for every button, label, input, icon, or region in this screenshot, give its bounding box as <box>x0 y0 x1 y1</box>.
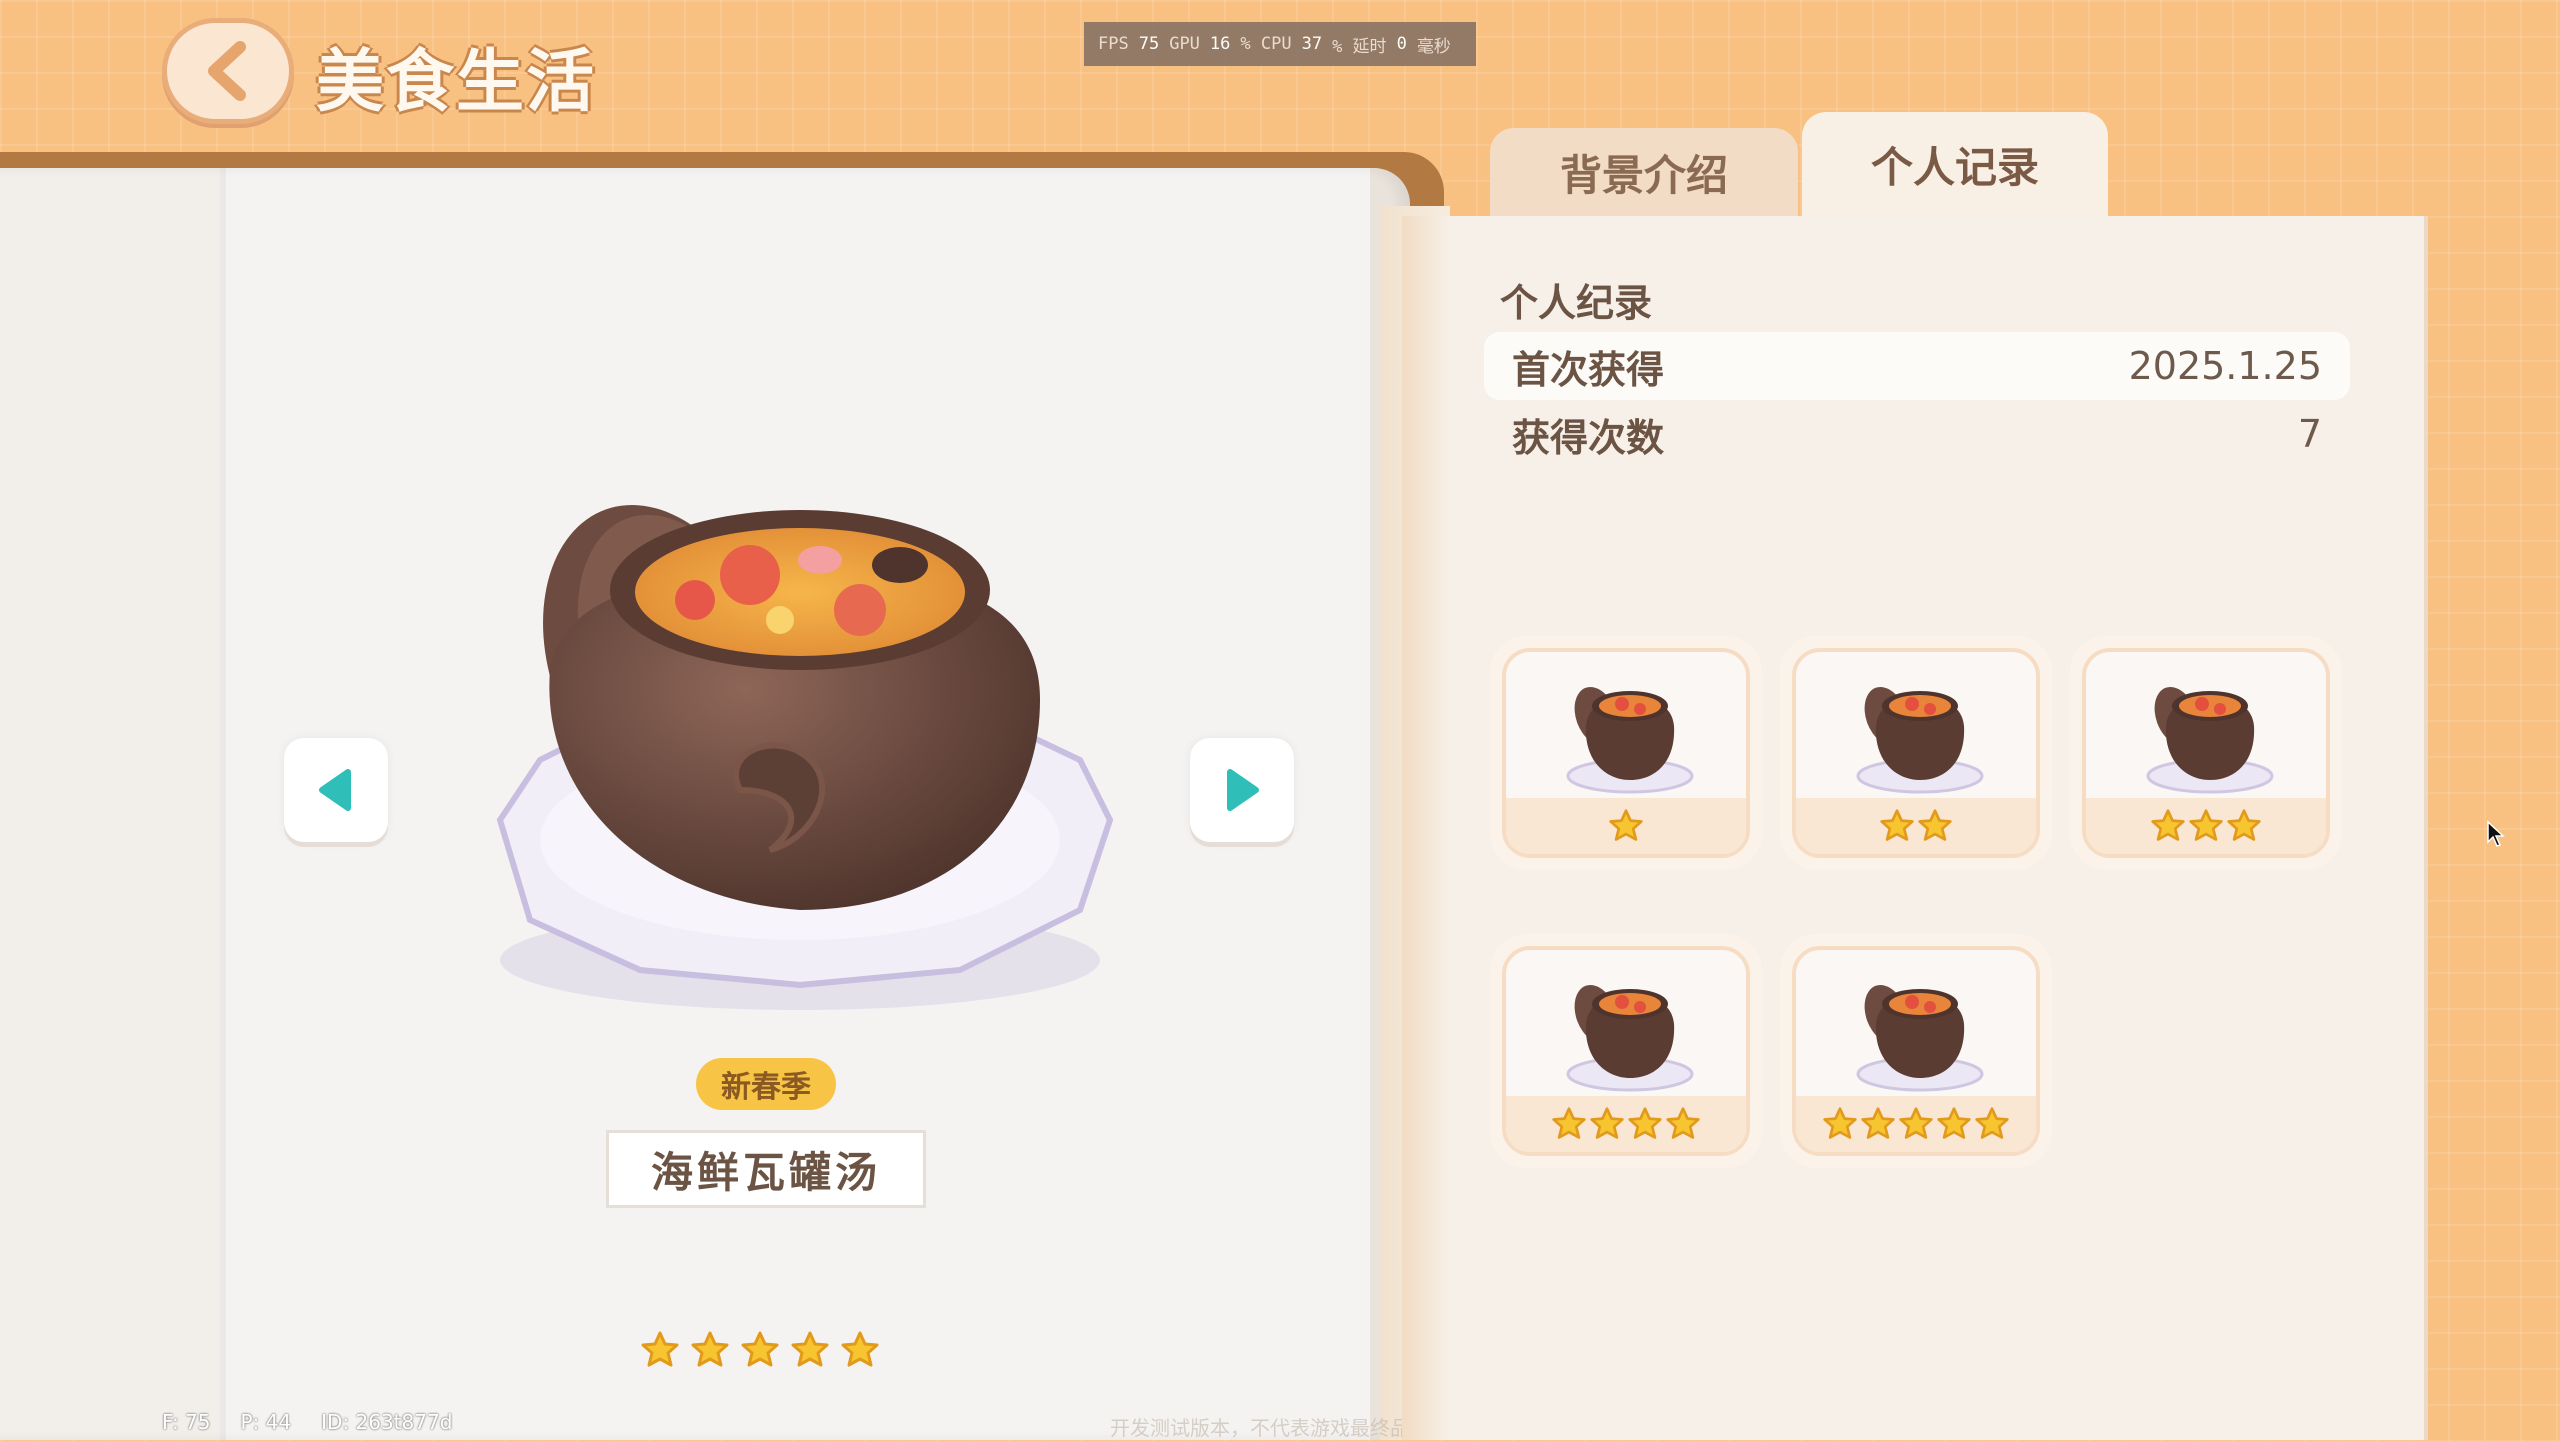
star-icon <box>741 1331 779 1367</box>
quality-stars <box>1796 1100 2036 1148</box>
chevron-left-icon <box>208 41 246 101</box>
quality-stars <box>1506 802 1746 850</box>
tab-personal-record[interactable]: 个人记录 <box>1802 112 2108 216</box>
section-title: 个人纪录 <box>1500 281 1653 325</box>
quality-stars <box>1796 802 2036 850</box>
quality-card-4[interactable] <box>1490 934 1762 1168</box>
tab-background-intro[interactable]: 背景介绍 <box>1490 128 1798 216</box>
mouse-cursor-icon <box>2487 820 2505 847</box>
quality-card-5[interactable] <box>1780 934 2052 1168</box>
star-icon <box>1552 1107 1586 1139</box>
clay-pot-thumbnail-icon <box>1856 686 1984 794</box>
clay-pot-thumbnail-icon <box>1566 686 1694 794</box>
star-icon <box>1609 809 1643 841</box>
star-icon <box>2189 809 2223 841</box>
dish-rating <box>640 1330 880 1370</box>
quality-card-2[interactable] <box>1780 636 2052 870</box>
star-icon <box>1666 1107 1700 1139</box>
star-icon <box>1590 1107 1624 1139</box>
star-icon <box>1918 809 1952 841</box>
star-icon <box>841 1331 879 1367</box>
clay-pot-thumbnail-icon <box>1856 984 1984 1092</box>
back-button[interactable] <box>162 18 294 124</box>
debug-ids: F: 75 P: 44 ID: 263t877d <box>162 1410 453 1434</box>
star-icon <box>791 1331 829 1367</box>
star-icon <box>691 1331 729 1367</box>
dev-build-note: 开发测试版本，不代表游戏最终品质 <box>1110 1416 1430 1440</box>
star-icon <box>2227 809 2261 841</box>
star-icon <box>1899 1107 1933 1139</box>
seafood-clay-pot-image <box>496 505 1114 1010</box>
record-row-obtain-count: 获得次数 7 <box>1512 412 2322 460</box>
dish-name: 海鲜瓦罐汤 <box>606 1130 926 1208</box>
triangle-left-icon <box>319 769 351 811</box>
page-fold <box>1402 216 1450 1440</box>
quality-card-3[interactable] <box>2070 636 2342 870</box>
quality-card-1[interactable] <box>1490 636 1762 870</box>
previous-dish-button[interactable] <box>284 738 388 842</box>
star-icon <box>1823 1107 1857 1139</box>
quality-stars <box>1506 1100 1746 1148</box>
star-icon <box>1880 809 1914 841</box>
page-title: 美食生活 <box>316 43 597 122</box>
record-row-first-obtained: 首次获得 2025.1.25 <box>1484 332 2350 400</box>
star-icon <box>641 1331 679 1367</box>
star-icon <box>1937 1107 1971 1139</box>
star-icon <box>2151 809 2185 841</box>
quality-stars <box>2086 802 2326 850</box>
clay-pot-thumbnail-icon <box>2146 686 2274 794</box>
triangle-right-icon <box>1227 769 1259 811</box>
season-badge: 新春季 <box>696 1058 836 1110</box>
star-icon <box>1975 1107 2009 1139</box>
star-icon <box>1628 1107 1662 1139</box>
star-icon <box>1861 1107 1895 1139</box>
next-dish-button[interactable] <box>1190 738 1294 842</box>
performance-overlay: FPS 75 GPU 16 % CPU 37 % 延时 0 毫秒 <box>1084 22 1476 66</box>
clay-pot-thumbnail-icon <box>1566 984 1694 1092</box>
